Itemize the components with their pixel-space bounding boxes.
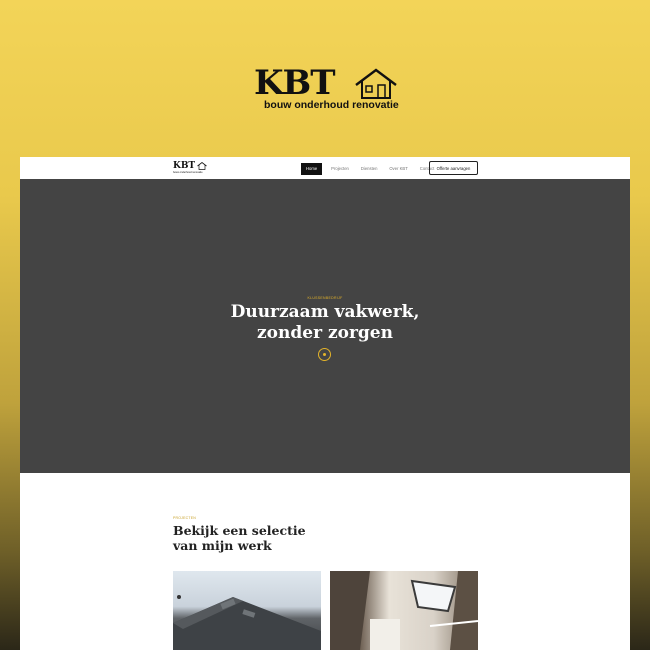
project-image-attic[interactable] xyxy=(330,571,478,650)
nav-house-icon xyxy=(197,162,207,170)
hero-title: Duurzaam vakwerk, zonder zorgen xyxy=(20,302,630,344)
brand-wordmark: KBT xyxy=(254,63,336,103)
quote-request-button[interactable]: Offerte aanvragen xyxy=(429,161,478,175)
projects-title-line-1: Bekijk een selectie xyxy=(173,523,306,538)
nav-logo-tagline: bouw onderhoud renovatie xyxy=(173,171,203,174)
nav-link-over-kbt[interactable]: Over KBT xyxy=(386,163,410,174)
nav-link-diensten[interactable]: Diensten xyxy=(358,163,381,174)
roof-photo xyxy=(173,595,321,650)
attic-photo xyxy=(330,571,478,650)
project-image-roof[interactable] xyxy=(173,571,321,650)
hero-title-line-1: Duurzaam vakwerk, xyxy=(230,302,420,322)
nav-logo[interactable]: KBT bouw onderhoud renovatie xyxy=(173,162,207,174)
house-icon xyxy=(355,68,397,99)
nav-link-home[interactable]: Home xyxy=(301,162,323,175)
nav-links: Home Projecten Diensten Over KBT Contact xyxy=(301,162,437,175)
site-navbar: KBT bouw onderhoud renovatie Home Projec… xyxy=(20,157,630,179)
brand-logo: KBT bouw onderhoud renovatie xyxy=(254,66,399,112)
hero-eyebrow: KLUSSENBEDRIJF xyxy=(307,296,343,300)
projects-eyebrow: PROJECTEN xyxy=(173,516,196,520)
scroll-down-icon[interactable] xyxy=(318,348,331,361)
website-preview: KBT bouw onderhoud renovatie Home Projec… xyxy=(20,157,630,650)
hero-section: KLUSSENBEDRIJF Duurzaam vakwerk, zonder … xyxy=(20,179,630,473)
nav-link-projecten[interactable]: Projecten xyxy=(328,163,352,174)
projects-title: Bekijk een selectie van mijn werk xyxy=(173,523,373,553)
brand-tagline: bouw onderhoud renovatie xyxy=(264,99,399,111)
hero-title-line-2: zonder zorgen xyxy=(257,323,393,343)
projects-title-line-2: van mijn werk xyxy=(173,538,272,553)
